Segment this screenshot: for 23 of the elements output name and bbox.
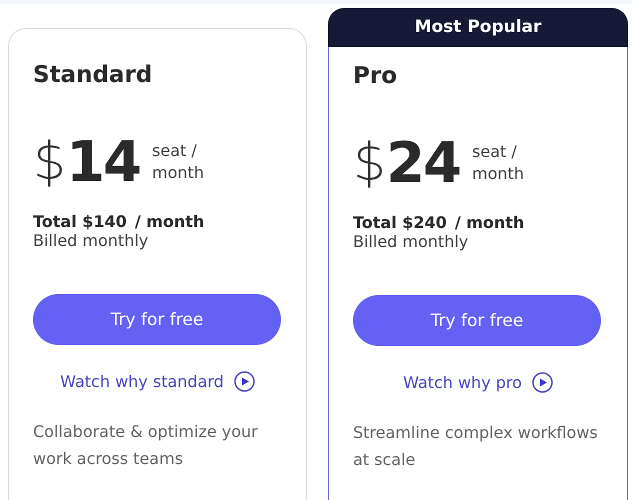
billing-note: Billed monthly [33, 231, 150, 250]
currency-symbol: $ [353, 133, 386, 193]
play-icon [532, 372, 553, 393]
plan-name: Standard [33, 62, 154, 88]
try-button[interactable]: Try for free [353, 295, 601, 346]
watch-video-link[interactable]: Watch why standard [60, 371, 255, 392]
plan-description: Streamline complex workflows at scale [353, 422, 599, 471]
total-price: Total $140 [33, 212, 127, 231]
most-popular-banner: Most Popular [328, 8, 628, 47]
price-amount: 24 [386, 130, 460, 196]
plan-description: Collaborate & optimize your work across teams [33, 421, 259, 470]
watch-video-link[interactable]: Watch why pro [403, 372, 553, 393]
total-period: / month [134, 212, 204, 231]
price-unit: seat / month [152, 140, 204, 184]
plan-name: Pro [353, 63, 398, 89]
play-icon [234, 371, 255, 392]
currency-symbol: $ [33, 132, 66, 192]
total-price: Total $240 [353, 213, 447, 232]
price-unit: seat / month [472, 141, 524, 185]
total-period: / month [454, 213, 524, 232]
billing-note: Billed monthly [353, 232, 470, 251]
try-button[interactable]: Try for free [33, 294, 281, 345]
price-amount: 14 [66, 130, 140, 194]
